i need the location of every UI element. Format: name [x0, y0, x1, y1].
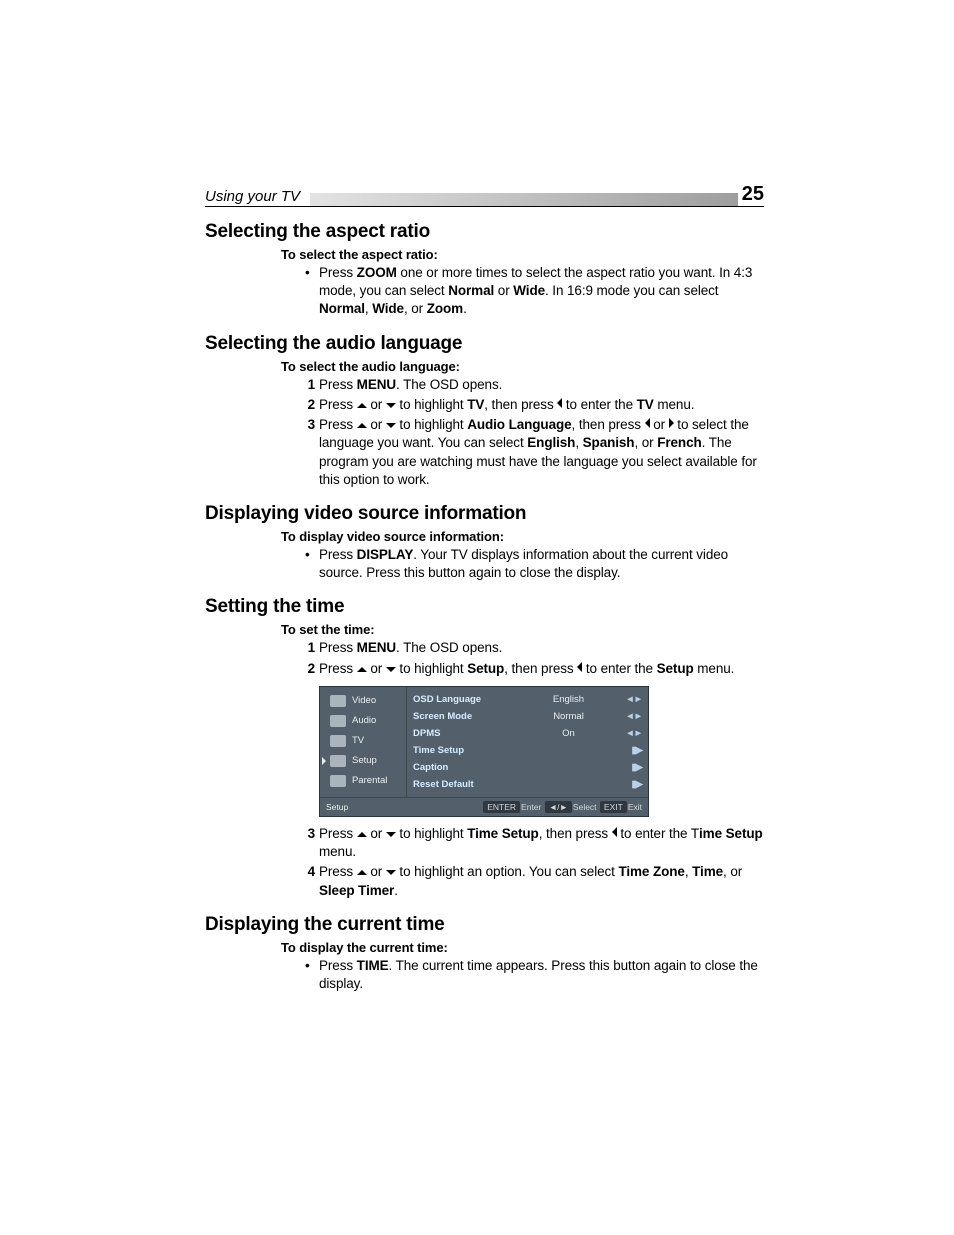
arrow-down-icon — [386, 423, 396, 428]
header-gradient — [310, 193, 764, 207]
running-head: Using your TV — [205, 188, 300, 205]
setup-icon — [330, 755, 346, 767]
steps-setting-time: Press MENU. The OSD opens. Press or to h… — [297, 639, 764, 677]
arrow-up-icon — [357, 667, 367, 672]
intro-audio-language: To select the audio language: — [281, 359, 764, 374]
osd-side-parental: Parental — [320, 771, 406, 791]
page-number: 25 — [738, 183, 764, 206]
arrow-up-icon — [357, 870, 367, 875]
osd-side-video: Video — [320, 691, 406, 711]
heading-aspect-ratio: Selecting the aspect ratio — [205, 221, 764, 243]
osd-side-setup: Setup — [320, 751, 406, 771]
step-audio-1: Press MENU. The OSD opens. — [297, 376, 764, 394]
osd-row-time-setup: Time Setup▮▶ — [413, 742, 642, 759]
heading-audio-language: Selecting the audio language — [205, 333, 764, 355]
osd-side-tv: TV — [320, 731, 406, 751]
bullet-video-source-1: Press DISPLAY. Your TV displays informat… — [297, 546, 764, 582]
step-audio-2: Press or to highlight TV, then press to … — [297, 396, 764, 414]
step-time-3: Press or to highlight Time Setup, then p… — [297, 825, 764, 861]
header-rule — [205, 206, 764, 207]
enter-icon: ▮▶ — [624, 779, 642, 790]
osd-main: OSD LanguageEnglish◄► Screen ModeNormal◄… — [406, 687, 648, 797]
osd-side-audio: Audio — [320, 711, 406, 731]
left-right-icon: ◄/► — [545, 801, 572, 813]
intro-aspect-ratio: To select the aspect ratio: — [281, 247, 764, 262]
arrow-down-icon — [386, 667, 396, 672]
video-icon — [330, 695, 346, 707]
tv-icon — [330, 735, 346, 747]
list-current-time: Press TIME. The current time appears. Pr… — [297, 957, 764, 993]
bullet-current-time-1: Press TIME. The current time appears. Pr… — [297, 957, 764, 993]
exit-key-icon: EXIT — [600, 801, 627, 813]
heading-video-source-info: Displaying video source information — [205, 503, 764, 525]
manual-page: Using your TV 25 Selecting the aspect ra… — [0, 0, 954, 1235]
intro-current-time: To display the current time: — [281, 940, 764, 955]
enter-key-icon: ENTER — [483, 801, 520, 813]
arrow-up-icon — [357, 403, 367, 408]
intro-video-source-info: To display video source information: — [281, 529, 764, 544]
audio-icon — [330, 715, 346, 727]
list-video-source: Press DISPLAY. Your TV displays informat… — [297, 546, 764, 582]
arrow-down-icon — [386, 832, 396, 837]
steps-setting-time-cont: Press or to highlight Time Setup, then p… — [297, 825, 764, 900]
enter-icon: ▮▶ — [624, 762, 642, 773]
arrow-down-icon — [386, 403, 396, 408]
osd-row-reset-default: Reset Default▮▶ — [413, 776, 642, 793]
arrow-up-icon — [357, 832, 367, 837]
step-time-4: Press or to highlight an option. You can… — [297, 863, 764, 899]
osd-screenshot: Video Audio TV Setup Parental OSD Langua… — [319, 686, 649, 817]
osd-row-caption: Caption▮▶ — [413, 759, 642, 776]
osd-footer: Setup ENTEREnter ◄/►Select EXITExit — [320, 797, 648, 816]
osd-row-screen-mode: Screen ModeNormal◄► — [413, 708, 642, 725]
osd-sidebar: Video Audio TV Setup Parental — [320, 687, 406, 797]
left-right-icon: ◄► — [624, 728, 642, 739]
osd-breadcrumb: Setup — [326, 802, 406, 812]
parental-icon — [330, 775, 346, 787]
osd-row-osd-language: OSD LanguageEnglish◄► — [413, 691, 642, 708]
heading-current-time: Displaying the current time — [205, 914, 764, 936]
osd-row-dpms: DPMSOn◄► — [413, 725, 642, 742]
steps-audio-language: Press MENU. The OSD opens. Press or to h… — [297, 376, 764, 489]
step-time-1: Press MENU. The OSD opens. — [297, 639, 764, 657]
left-right-icon: ◄► — [624, 694, 642, 705]
arrow-up-icon — [357, 423, 367, 428]
step-audio-3: Press or to highlight Audio Language, th… — [297, 416, 764, 489]
intro-setting-time: To set the time: — [281, 622, 764, 637]
enter-icon: ▮▶ — [624, 745, 642, 756]
osd-hints: ENTEREnter ◄/►Select EXITExit — [482, 802, 642, 812]
step-time-2: Press or to highlight Setup, then press … — [297, 660, 764, 678]
list-aspect-ratio: Press ZOOM one or more times to select t… — [297, 264, 764, 319]
heading-setting-time: Setting the time — [205, 596, 764, 618]
bullet-aspect-ratio-1: Press ZOOM one or more times to select t… — [297, 264, 764, 319]
osd-body: Video Audio TV Setup Parental OSD Langua… — [320, 687, 648, 797]
left-right-icon: ◄► — [624, 711, 642, 722]
page-header: Using your TV 25 — [205, 185, 764, 207]
arrow-down-icon — [386, 870, 396, 875]
